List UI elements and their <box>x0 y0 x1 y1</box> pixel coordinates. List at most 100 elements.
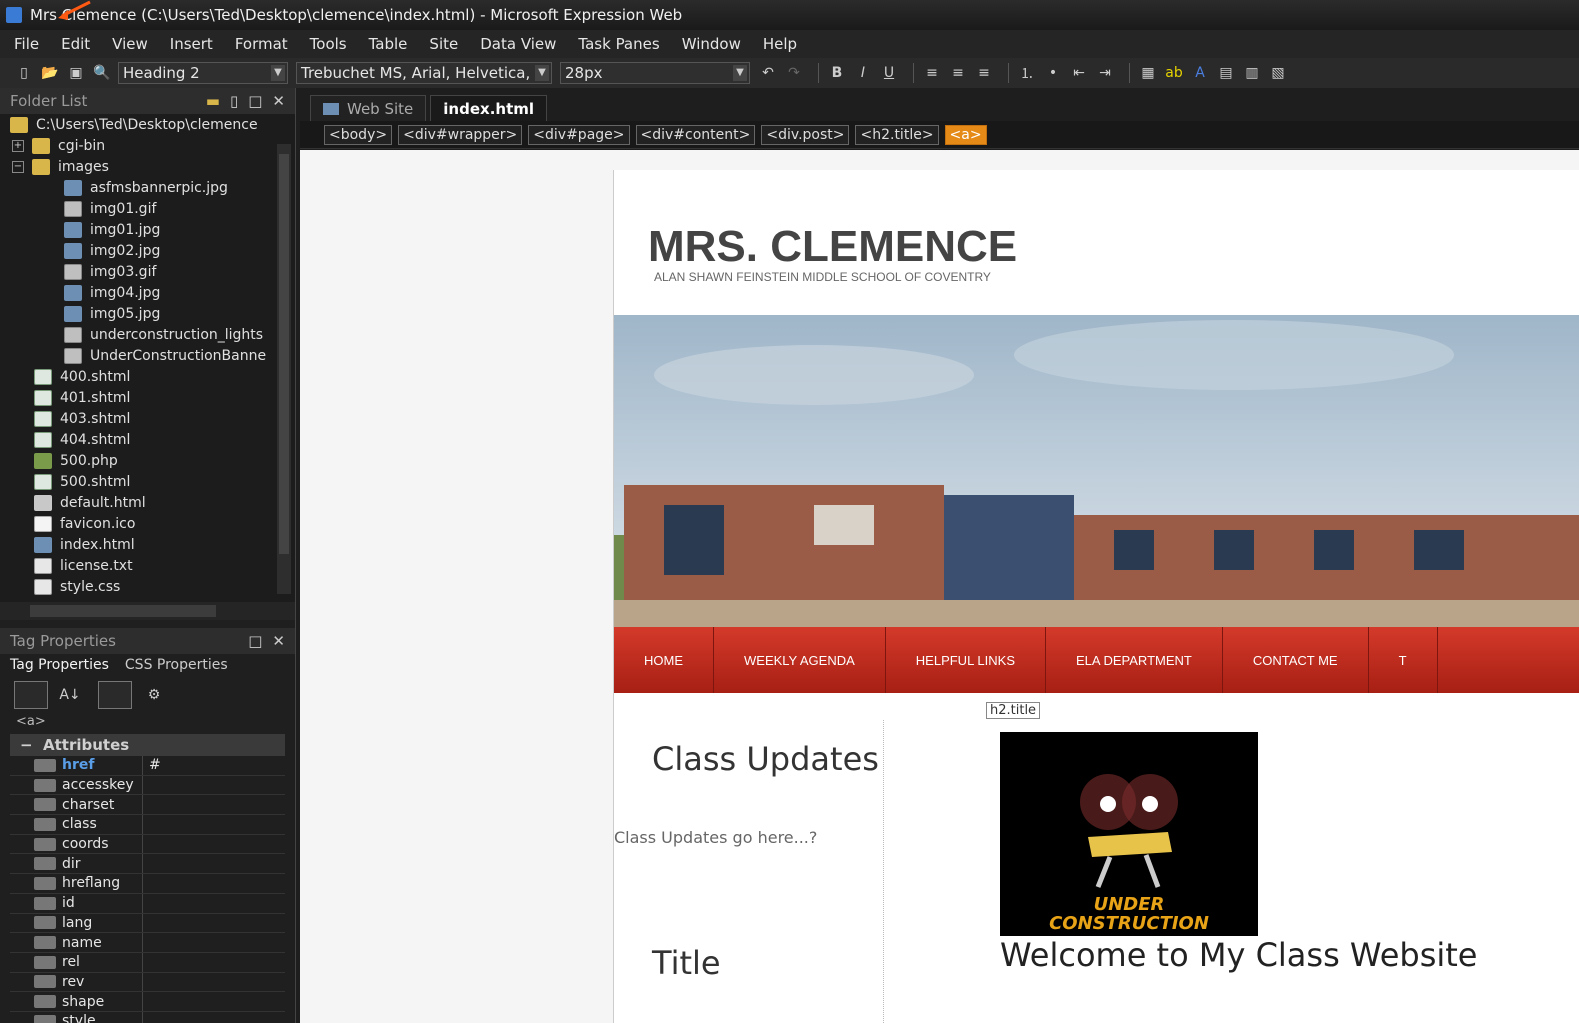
attribute-row[interactable]: charset <box>10 795 285 816</box>
tag-icon[interactable]: ⚙ <box>144 685 164 705</box>
menu-file[interactable]: File <box>14 35 39 53</box>
attribute-value[interactable] <box>142 893 149 913</box>
font-color-icon[interactable]: A <box>1190 63 1210 83</box>
attribute-value[interactable] <box>142 854 149 874</box>
attribute-row[interactable]: name <box>10 933 285 953</box>
folder-item[interactable]: img05.jpg <box>0 303 295 324</box>
attribute-value[interactable] <box>142 952 149 972</box>
nav-item[interactable]: ELA DEPARTMENT <box>1046 627 1223 693</box>
menu-view[interactable]: View <box>112 35 148 53</box>
preview-icon[interactable]: 🔍 <box>92 63 112 83</box>
attribute-row[interactable]: style <box>10 1011 285 1023</box>
outdent-icon[interactable]: ⇤ <box>1069 63 1089 83</box>
menu-help[interactable]: Help <box>763 35 797 53</box>
tab-index-html[interactable]: index.html <box>430 95 548 121</box>
menu-data-view[interactable]: Data View <box>480 35 556 53</box>
attribute-row[interactable]: id <box>10 893 285 914</box>
maximize-icon[interactable]: □ <box>248 632 262 650</box>
attribute-value[interactable] <box>142 795 149 815</box>
attribute-row[interactable]: lang <box>10 913 285 934</box>
menu-task-panes[interactable]: Task Panes <box>578 35 659 53</box>
attribute-value[interactable] <box>142 815 149 834</box>
folder-item[interactable]: asfmsbannerpic.jpg <box>0 177 295 198</box>
nav-item[interactable]: WEEKLY AGENDA <box>714 627 886 693</box>
attribute-row[interactable]: dir <box>10 854 285 875</box>
tab-css-properties[interactable]: CSS Properties <box>125 657 228 673</box>
expand-icon[interactable]: + <box>12 139 24 152</box>
attribute-value[interactable] <box>142 933 149 952</box>
underline-icon[interactable]: U <box>879 63 899 83</box>
nav-item[interactable]: HOME <box>614 627 714 693</box>
folder-item[interactable]: img01.gif <box>0 198 295 219</box>
size-dropdown[interactable]: 28px ▼ <box>560 62 750 84</box>
folder-item[interactable]: style.css <box>0 576 295 597</box>
attribute-row[interactable]: rel <box>10 952 285 973</box>
border-icon[interactable]: ▦ <box>1138 63 1158 83</box>
nav-item[interactable]: T <box>1369 627 1438 693</box>
attribute-value[interactable] <box>142 874 149 893</box>
folder-item[interactable]: 404.shtml <box>0 429 295 450</box>
nav-item[interactable]: HELPFUL LINKS <box>886 627 1047 693</box>
folder-list-scrollbar[interactable] <box>277 144 291 594</box>
attribute-value[interactable] <box>142 1011 149 1023</box>
class-updates-heading[interactable]: Class Updates <box>652 740 879 778</box>
attributes-header[interactable]: − Attributes <box>10 734 285 756</box>
class-updates-text[interactable]: Class Updates go here...? <box>614 828 817 847</box>
bold-icon[interactable]: B <box>827 63 847 83</box>
table-icon[interactable]: ▤ <box>1216 63 1236 83</box>
folder-item[interactable]: img02.jpg <box>0 240 295 261</box>
undo-icon[interactable]: ↶ <box>758 63 778 83</box>
indent-icon[interactable]: ⇥ <box>1095 63 1115 83</box>
style-dropdown[interactable]: Heading 2 ▼ <box>118 62 288 84</box>
title-heading[interactable]: Title <box>652 944 721 982</box>
breadcrumb-tag[interactable]: <div#content> <box>635 124 756 145</box>
new-page-icon[interactable]: ▯ <box>14 63 34 83</box>
new-folder-icon[interactable]: ▬ <box>206 92 220 110</box>
folder-item[interactable]: + cgi-bin <box>0 135 295 156</box>
folder-item[interactable]: 400.shtml <box>0 366 295 387</box>
sort-az-icon[interactable]: A↓ <box>59 685 80 705</box>
folder-item[interactable]: img04.jpg <box>0 282 295 303</box>
attribute-row[interactable]: accesskey <box>10 775 285 796</box>
attribute-row[interactable]: href # <box>10 756 285 776</box>
show-set-properties-icon[interactable] <box>98 681 132 709</box>
close-icon[interactable]: ✕ <box>272 92 285 110</box>
bullet-list-icon[interactable]: • <box>1043 63 1063 83</box>
menu-site[interactable]: Site <box>429 35 458 53</box>
attribute-value[interactable] <box>142 834 149 854</box>
attribute-row[interactable]: rev <box>10 972 285 993</box>
folder-item[interactable]: img01.jpg <box>0 219 295 240</box>
picture-icon[interactable]: ▧ <box>1268 63 1288 83</box>
folder-item[interactable]: − images <box>0 156 295 177</box>
tab-tag-properties[interactable]: Tag Properties <box>10 657 109 673</box>
folder-root[interactable]: C:\Users\Ted\Desktop\clemence <box>0 114 295 135</box>
under-construction-image[interactable]: UNDER CONSTRUCTION <box>1000 732 1258 936</box>
attribute-value[interactable]: # <box>142 756 161 775</box>
menu-window[interactable]: Window <box>682 35 741 53</box>
close-icon[interactable]: ✕ <box>272 632 285 650</box>
breadcrumb-tag[interactable]: <a> <box>944 124 987 145</box>
folder-item[interactable]: license.txt <box>0 555 295 576</box>
layer-icon[interactable]: ▥ <box>1242 63 1262 83</box>
breadcrumb-tag[interactable]: <h2.title> <box>855 124 939 145</box>
menu-format[interactable]: Format <box>235 35 288 53</box>
categorized-view-icon[interactable] <box>14 681 48 709</box>
attribute-value[interactable] <box>142 992 149 1011</box>
new-page-icon[interactable]: ▯ <box>230 92 238 110</box>
align-center-icon[interactable]: ≡ <box>948 63 968 83</box>
align-left-icon[interactable]: ≡ <box>922 63 942 83</box>
attribute-value[interactable] <box>142 775 149 795</box>
attribute-value[interactable] <box>142 913 149 933</box>
numbered-list-icon[interactable]: ⒈ <box>1017 63 1037 83</box>
italic-icon[interactable]: I <box>853 63 873 83</box>
site-subtitle[interactable]: ALAN SHAWN FEINSTEIN MIDDLE SCHOOL OF CO… <box>654 270 991 284</box>
breadcrumb-tag[interactable]: <div#page> <box>528 124 630 145</box>
attribute-value[interactable] <box>142 972 149 992</box>
folder-item[interactable]: default.html <box>0 492 295 513</box>
folder-item[interactable]: 403.shtml <box>0 408 295 429</box>
menu-table[interactable]: Table <box>369 35 408 53</box>
save-icon[interactable]: ▣ <box>66 63 86 83</box>
breadcrumb-tag[interactable]: <div.post> <box>761 124 850 145</box>
font-dropdown[interactable]: Trebuchet MS, Arial, Helvetica, ▼ <box>296 62 552 84</box>
site-title[interactable]: MRS. CLEMENCE <box>648 222 1017 272</box>
